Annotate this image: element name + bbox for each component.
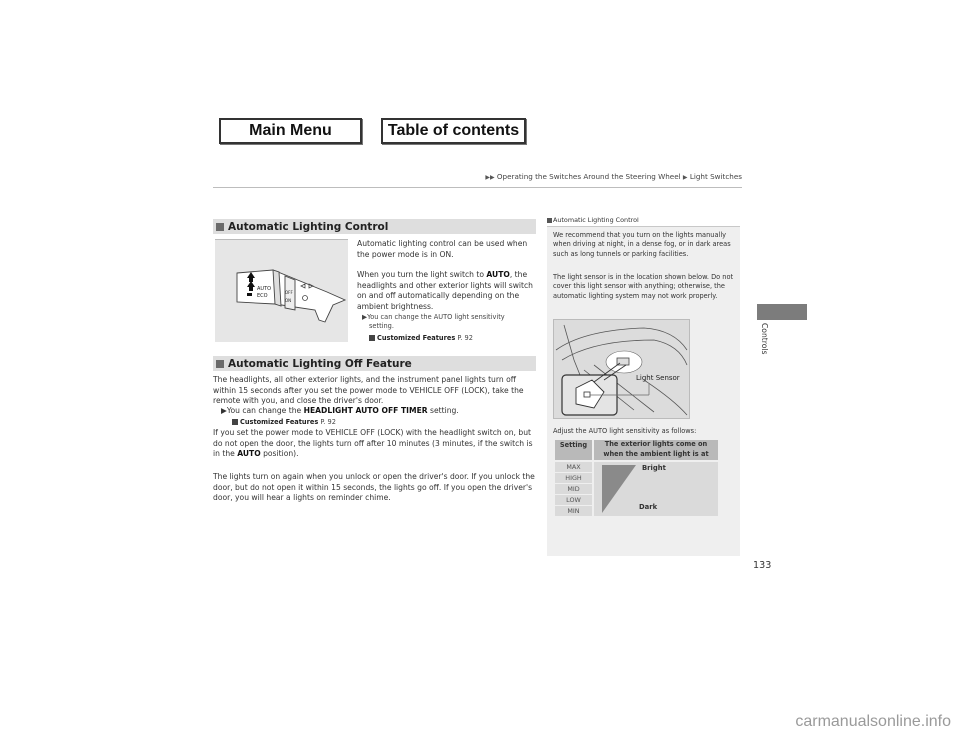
- light-sensor-figure: Light Sensor: [553, 319, 690, 419]
- setting-min: MIN: [555, 506, 592, 516]
- header-line: when the ambient light is at: [603, 449, 709, 458]
- cross-reference-link[interactable]: Customized Features P. 92: [232, 418, 336, 426]
- sidebar-title: Automatic Lighting Control: [547, 216, 740, 227]
- triangle-right-icon: ▶: [682, 174, 688, 181]
- text: position).: [260, 449, 299, 459]
- windshield-illustration: Light Sensor: [555, 324, 688, 416]
- square-bullet-icon: [216, 222, 224, 231]
- watermark: carmanualsonline.info: [795, 713, 951, 730]
- section-title: Automatic Lighting Off Feature: [228, 357, 412, 370]
- chapter-tab[interactable]: [757, 304, 807, 320]
- setting-mid: MID: [555, 484, 592, 494]
- note-text: setting.: [427, 406, 459, 415]
- note: ▶You can change the HEADLIGHT AUTO OFF T…: [221, 406, 541, 417]
- header-divider: [213, 187, 742, 188]
- header-line: The exterior lights come on: [604, 440, 708, 448]
- setting-low: LOW: [555, 495, 592, 505]
- light-sensor-label: Light Sensor: [636, 374, 680, 382]
- paragraph: The headlights, all other exterior light…: [213, 375, 524, 406]
- lever-auto-label: AUTO: [257, 286, 271, 292]
- xref-page: P. 92: [457, 334, 473, 342]
- paragraph: Automatic lighting control can be used w…: [357, 239, 528, 259]
- sidebar-title-text: Automatic Lighting Control: [553, 216, 639, 224]
- cross-reference-link[interactable]: Customized Features P. 92: [369, 334, 473, 342]
- bold-text: AUTO: [237, 449, 261, 459]
- sidebar-paragraph: We recommend that you turn on the lights…: [553, 231, 731, 258]
- bright-label: Bright: [642, 464, 666, 472]
- note: ▶You can change the AUTO light sensitivi…: [362, 313, 537, 331]
- bold-text: HEADLIGHT AUTO OFF TIMER: [303, 406, 428, 415]
- section-title: Automatic Lighting Control: [228, 220, 389, 233]
- breadcrumb: ▶▶ Operating the Switches Around the Ste…: [485, 172, 742, 181]
- xref-page: P. 92: [320, 418, 336, 426]
- brightness-scale-cell: Bright Dark: [594, 462, 718, 516]
- section-heading: Automatic Lighting Off Feature: [213, 356, 536, 371]
- note-text: You can change the: [226, 406, 304, 415]
- chapter-tab-label: Controls: [760, 323, 769, 355]
- note-text: setting.: [369, 322, 394, 330]
- breadcrumb-item[interactable]: Operating the Switches Around the Steeri…: [497, 172, 681, 181]
- triangle-right-icon: ▶▶: [485, 174, 495, 181]
- page-number: 133: [753, 560, 772, 571]
- setting-high: HIGH: [555, 473, 592, 483]
- sidebar-note: Automatic Lighting Control We recommend …: [547, 216, 740, 556]
- bold-text: AUTO: [486, 270, 510, 279]
- lever-off-label: OFF: [285, 290, 293, 295]
- sidebar-paragraph: Adjust the AUTO light sensitivity as fol…: [553, 427, 697, 435]
- link-arrow-icon: [369, 335, 375, 341]
- square-bullet-icon: [547, 217, 552, 223]
- light-switch-lever-illustration: AUTO ECO OFF ON: [236, 269, 347, 323]
- text: When you turn the light switch to: [357, 270, 487, 279]
- dark-label: Dark: [639, 503, 658, 511]
- note-text: You can change the AUTO light sensitivit…: [367, 313, 505, 321]
- square-bullet-icon: [216, 359, 224, 368]
- paragraph: When you turn the light switch to AUTO, …: [357, 270, 537, 312]
- table-header-ambient: The exterior lights come on when the amb…: [594, 440, 718, 460]
- link-arrow-icon: [232, 419, 238, 425]
- xref-label: Customized Features: [377, 334, 456, 342]
- lever-eco-label: ECO: [257, 293, 268, 299]
- table-of-contents-button[interactable]: Table of contents: [381, 118, 526, 144]
- main-menu-button[interactable]: Main Menu: [219, 118, 362, 144]
- breadcrumb-item[interactable]: Light Switches: [690, 172, 742, 181]
- xref-label: Customized Features: [240, 418, 319, 426]
- paragraph: The lights turn on again when you unlock…: [213, 472, 535, 503]
- table-header-setting: Setting: [555, 440, 592, 460]
- sidebar-paragraph: The light sensor is in the location show…: [553, 273, 734, 300]
- light-switch-figure: AUTO ECO OFF ON: [215, 239, 348, 342]
- setting-max: MAX: [555, 462, 592, 472]
- paragraph: If you set the power mode to VEHICLE OFF…: [213, 428, 538, 460]
- lever-on-label: ON: [285, 298, 291, 303]
- section-heading: Automatic Lighting Control: [213, 219, 536, 234]
